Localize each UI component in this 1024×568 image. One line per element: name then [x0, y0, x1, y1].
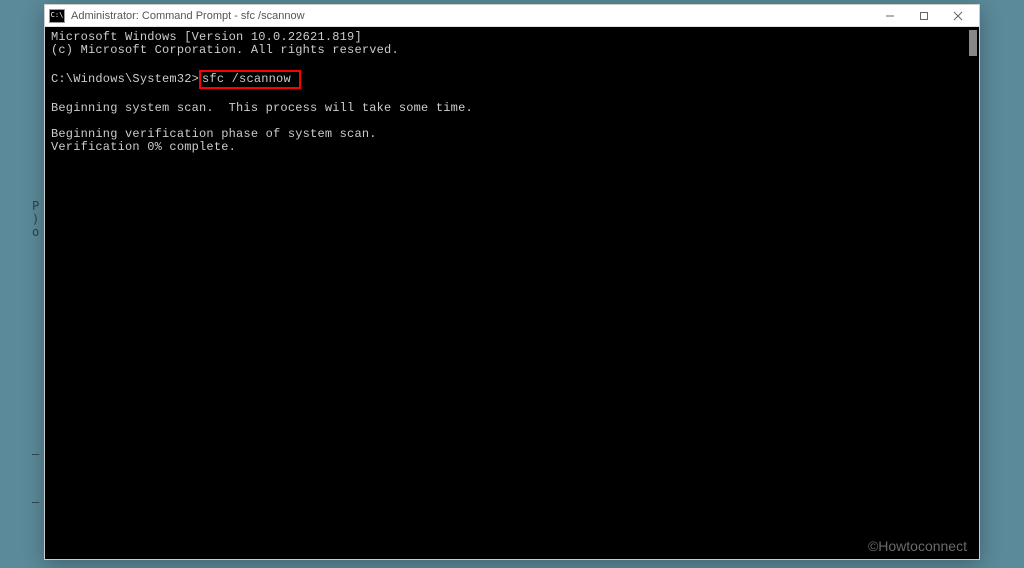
command-prompt-window: C:\ Administrator: Command Prompt - sfc … — [44, 4, 980, 560]
highlighted-command: sfc /scannow — [199, 70, 301, 89]
minimize-button[interactable] — [873, 6, 907, 26]
window-title: Administrator: Command Prompt - sfc /sca… — [71, 10, 873, 22]
scrollbar-thumb[interactable] — [969, 30, 977, 56]
verification-phase-line: Beginning verification phase of system s… — [51, 127, 377, 141]
version-line: Microsoft Windows [Version 10.0.22621.81… — [51, 30, 362, 44]
prompt-path: C:\Windows\System32> — [51, 72, 199, 86]
close-button[interactable] — [941, 6, 975, 26]
cmd-icon: C:\ — [49, 9, 65, 23]
scan-begin-line: Beginning system scan. This process will… — [51, 101, 473, 115]
window-controls — [873, 6, 975, 26]
maximize-button[interactable] — [907, 6, 941, 26]
verification-progress-line: Verification 0% complete. — [51, 140, 236, 154]
console-output: Microsoft Windows [Version 10.0.22621.81… — [51, 31, 973, 154]
copyright-line: (c) Microsoft Corporation. All rights re… — [51, 43, 399, 57]
titlebar[interactable]: C:\ Administrator: Command Prompt - sfc … — [45, 5, 979, 27]
console-body[interactable]: Microsoft Windows [Version 10.0.22621.81… — [45, 27, 979, 559]
watermark-text: ©Howtoconnect — [868, 538, 967, 554]
